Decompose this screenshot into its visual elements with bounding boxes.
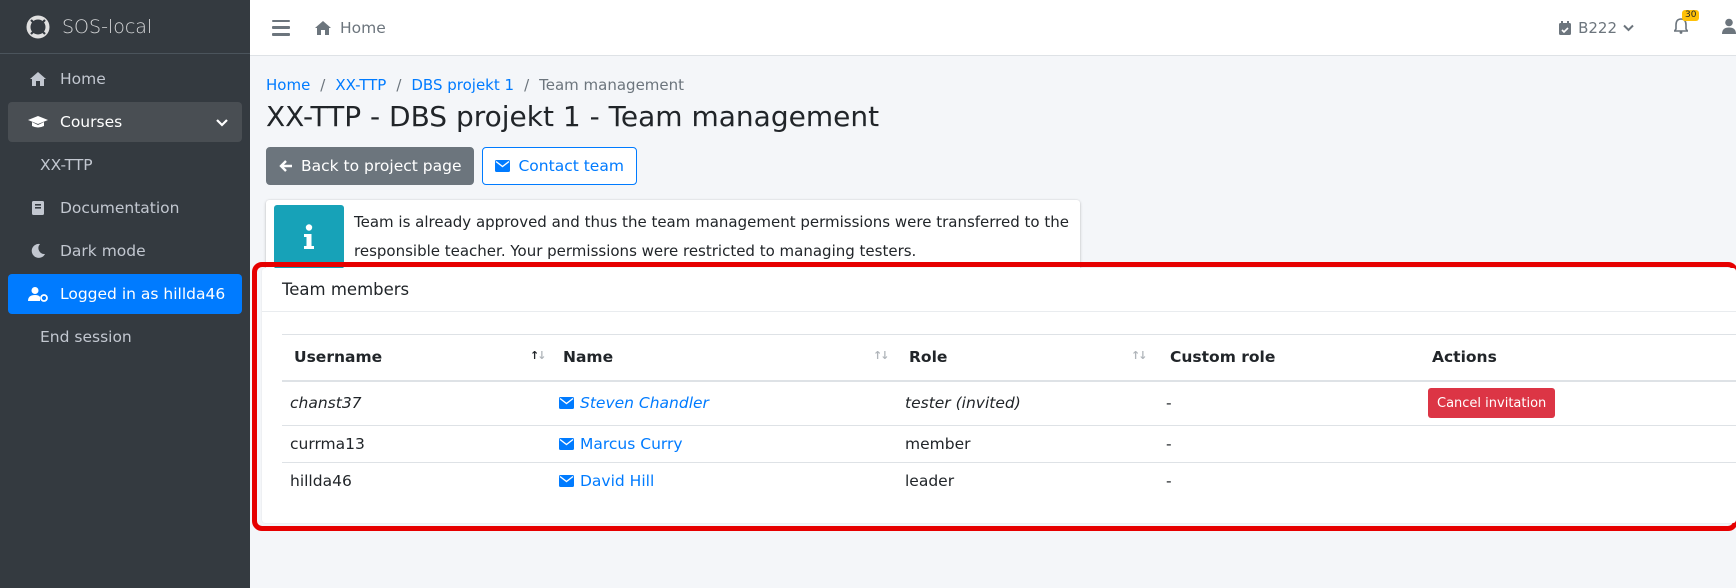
envelope-icon [559,396,574,409]
sidebar-item-courses[interactable]: Courses [8,102,242,142]
member-name: David Hill [580,471,655,490]
table-row: currma13 Marcus Curry member - [282,425,1736,463]
team-members-table: Username ↑↓ Name ↑↓ Role ↑↓ Custom role … [282,334,1736,500]
user-menu-button[interactable] [1722,18,1736,38]
sort-icon: ↑↓ [873,349,890,362]
sidebar-item-dark-mode[interactable]: Dark mode [8,231,242,271]
sidebar-item-logged-in[interactable]: Logged in as hillda46 [8,274,242,314]
navbar-home-link[interactable]: Home [314,19,386,37]
breadcrumb-separator: / [524,76,530,94]
life-ring-icon [26,15,50,38]
member-name: Marcus Curry [580,434,683,453]
back-button-label: Back to project page [301,157,462,175]
breadcrumb-home[interactable]: Home [266,76,310,94]
hamburger-menu-icon[interactable] [272,19,290,36]
member-email-link[interactable]: Marcus Curry [559,435,683,453]
member-email-link[interactable]: Steven Chandler [559,394,709,412]
team-members-card: Team members Username ↑↓ Name ↑↓ Role ↑↓… [262,268,1736,523]
term-selector[interactable]: B222 [1558,19,1640,37]
table-row: chanst37 Steven Chandler tester (invited… [282,380,1736,426]
cell-role: tester (invited) [897,380,1158,426]
breadcrumb-separator: / [320,76,326,94]
contact-team-button[interactable]: Contact team [482,147,637,185]
sidebar-item-label: Courses [60,113,123,131]
cell-role: leader [905,472,955,491]
envelope-icon [495,160,511,172]
chevron-down-icon [216,114,228,132]
column-header-role[interactable]: Role ↑↓ [897,335,1158,381]
user-icon [1722,18,1736,34]
table-row: hillda46 David Hill leader - [282,463,1736,500]
cell-custom-role: - [1158,380,1420,426]
moon-icon [28,241,48,261]
member-name: Steven Chandler [580,393,709,412]
contact-button-label: Contact team [518,157,624,175]
home-icon [315,20,331,35]
brand-name: SOS-local [62,15,153,38]
info-line: Team is already approved and thus the te… [354,213,1069,231]
sidebar-item-home[interactable]: Home [8,59,242,99]
card-title: Team members [262,268,1736,312]
top-navbar: Home B222 30 [250,0,1736,56]
info-callout: Team is already approved and thus the te… [266,200,1080,274]
cell-custom-role: - [1158,425,1420,463]
cell-username: chanst37 [282,380,551,426]
navbar-home-label: Home [340,18,386,37]
cell-username: currma13 [282,425,551,463]
sidebar: SOS-local Home Courses XX-TTP Documentat… [0,0,250,588]
cancel-invitation-button[interactable]: Cancel invitation [1428,388,1556,419]
sidebar-item-label: XX-TTP [40,156,93,174]
column-header-name[interactable]: Name ↑↓ [551,335,897,381]
column-header-actions: Actions [1432,348,1497,367]
breadcrumb-project[interactable]: DBS projekt 1 [411,76,514,94]
breadcrumb: Home / XX-TTP / DBS projekt 1 / Team man… [266,76,1720,94]
column-header-username[interactable]: Username ↑↓ [282,335,551,381]
cell-custom-role: - [1166,472,1172,491]
sidebar-item-xx-ttp[interactable]: XX-TTP [8,145,242,185]
sidebar-item-label: Dark mode [60,242,146,260]
chevron-down-icon [1623,24,1634,31]
info-icon [274,205,344,269]
book-icon [28,198,48,218]
term-label: B222 [1578,18,1617,37]
notification-badge: 30 [1682,9,1700,21]
notifications-button[interactable]: 30 [1672,9,1700,38]
sidebar-item-documentation[interactable]: Documentation [8,188,242,228]
cell-actions [1420,463,1736,500]
sidebar-item-label: End session [40,328,132,346]
envelope-icon [559,474,574,487]
sidebar-item-label: Documentation [60,199,180,217]
cell-role: member [897,425,1158,463]
calendar-check-icon [1559,20,1572,35]
brand-link[interactable]: SOS-local [0,0,250,54]
breadcrumb-current: Team management [539,76,685,94]
sidebar-item-label: Logged in as hillda46 [60,285,226,303]
info-message: Team is already approved and thus the te… [354,208,1069,266]
breadcrumb-course[interactable]: XX-TTP [335,76,386,94]
graduation-cap-icon [28,112,48,132]
cell-actions [1420,425,1736,463]
breadcrumb-separator: / [396,76,402,94]
sidebar-item-label: Home [60,70,106,88]
info-line: responsible teacher. Your permissions we… [354,242,917,260]
sort-asc-icon: ↑↓ [530,349,547,362]
column-header-custom-role: Custom role [1170,348,1276,367]
sort-icon: ↑↓ [1131,349,1148,362]
user-cog-icon [28,284,48,304]
back-to-project-button[interactable]: Back to project page [266,147,475,185]
page-title: XX-TTP - DBS projekt 1 - Team management [266,100,880,133]
arrow-left-icon [279,160,292,172]
sidebar-item-end-session[interactable]: End session [8,317,242,357]
envelope-icon [559,437,574,450]
cell-username: hillda46 [290,472,352,491]
sidebar-nav: Home Courses XX-TTP Documentation Dark m… [0,54,250,365]
member-email-link[interactable]: David Hill [559,472,654,490]
home-icon [28,69,48,89]
